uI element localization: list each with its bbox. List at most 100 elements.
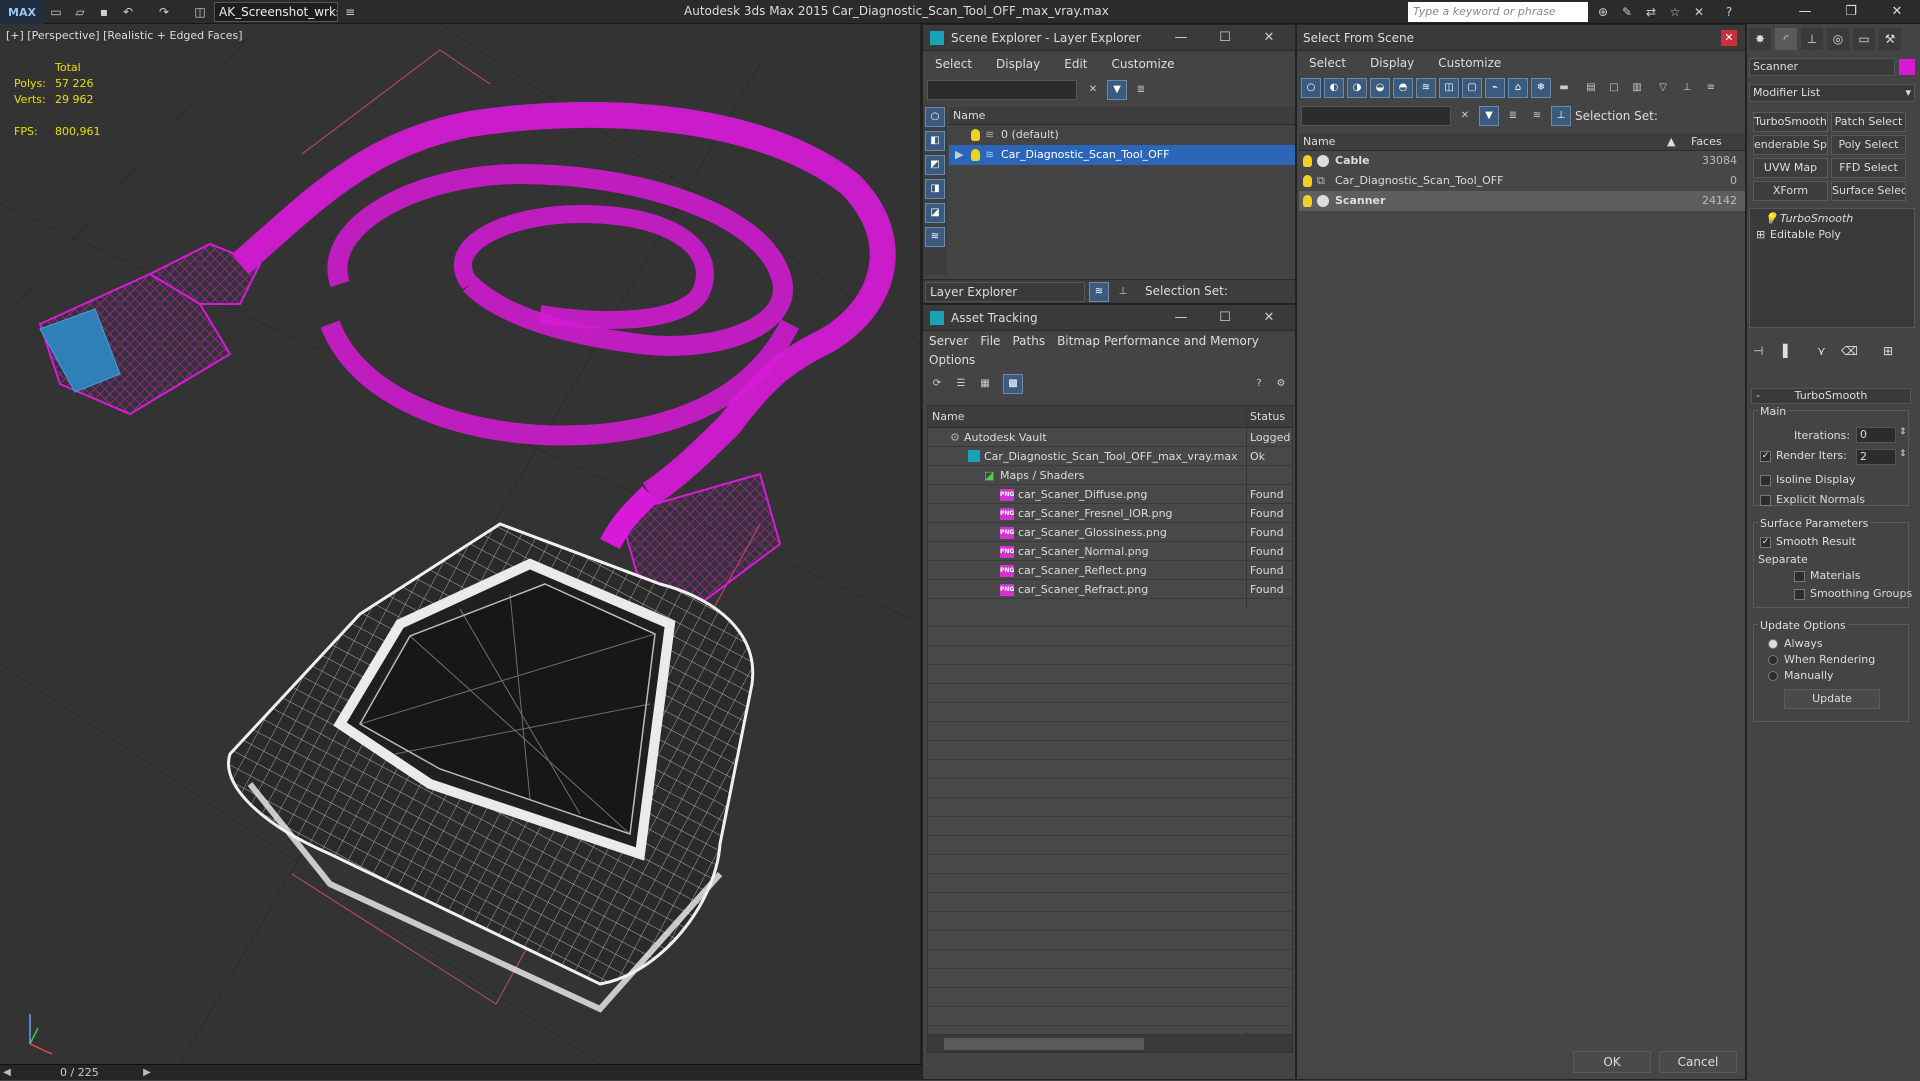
se-hierarchy-icon[interactable]: ⊥ [1113,282,1133,302]
workspace-menu-icon[interactable]: ≡ [342,4,358,20]
sfs-close-button[interactable]: ✕ [1721,30,1737,46]
object-name-field[interactable]: Scanner [1749,58,1895,76]
visibility-bulb-icon[interactable] [1303,175,1312,187]
modify-tab-icon[interactable]: ◜ [1775,28,1797,50]
sfs-object-row-selected[interactable]: Scanner 24142 [1299,191,1745,211]
sfs-object-row[interactable]: Cable 33084 [1299,151,1745,171]
asset-row[interactable]: PNG car_Scaner_Fresnel_IOR.png Found [928,504,1292,523]
se-layer-row-car-diagnostic[interactable]: ▶ ≋ Car_Diagnostic_Scan_Tool_OFF [949,145,1295,165]
sfs-filter-spacewarps-icon[interactable]: ≋ [1416,78,1436,98]
scene-explorer-minimize[interactable]: — [1159,25,1203,51]
exchange-icon[interactable]: ⇄ [1642,3,1660,21]
asset-row[interactable]: ◪ Maps / Shaders [928,466,1292,485]
se-layer-row-default[interactable]: ≋ 0 (default) [949,125,1295,145]
sfs-ok-button[interactable]: OK [1573,1051,1651,1073]
sort-up-icon[interactable]: ▲ [1667,135,1675,148]
materials-checkbox[interactable] [1794,571,1805,582]
sfs-filter-groups-icon[interactable]: ◫ [1439,78,1459,98]
asset-tracking-minimize[interactable]: — [1159,305,1203,331]
sfs-filter-bones-icon[interactable]: ⌁ [1485,78,1505,98]
binoculars-icon[interactable]: ⊕ [1594,3,1612,21]
turbosmooth-rollout-header[interactable]: - TurboSmooth [1751,388,1911,404]
rollout-collapse-icon[interactable]: - [1756,389,1760,403]
next-frame-icon[interactable]: ▶ [140,1065,154,1081]
at-thumb-icon[interactable]: ▦ [975,374,995,394]
se-menu-display[interactable]: Display [996,57,1040,71]
when-rendering-radio[interactable] [1768,655,1778,665]
se-display-objects-icon[interactable]: ○ [925,107,945,127]
se-clear-filter-icon[interactable]: ✕ [1083,80,1103,100]
mod-btn-patch-select[interactable]: Patch Select [1831,112,1906,132]
at-column-header[interactable]: Name Status [928,406,1292,1054]
app-logo[interactable]: MAX [0,0,44,24]
at-refresh-icon[interactable]: ⟳ [927,374,947,394]
remove-modifier-icon[interactable]: ⌫ [1841,344,1858,358]
asset-row[interactable]: PNG car_Scaner_Normal.png Found [928,542,1292,561]
utilities-tab-icon[interactable]: ⚒ [1879,28,1901,50]
search-input[interactable]: Type a keyword or phrase [1408,2,1588,22]
at-menu-options[interactable]: Options [929,353,975,367]
at-list-icon[interactable]: ☰ [951,374,971,394]
sfs-filter-helpers-icon[interactable]: ◓ [1393,78,1413,98]
sfs-filter-geometry-icon[interactable]: ○ [1301,78,1321,98]
always-radio[interactable] [1768,639,1778,649]
at-scroll-thumb[interactable] [944,1038,1144,1050]
sfs-menu-display[interactable]: Display [1370,56,1414,70]
show-end-result-icon[interactable]: ▌ [1783,344,1792,358]
viewport-label[interactable]: [+] [Perspective] [Realistic + Edged Fac… [6,29,243,42]
hierarchy-tab-icon[interactable]: ⊥ [1801,28,1823,50]
asset-row[interactable]: PNG car_Scaner_Refract.png Found [928,580,1292,599]
mod-btn-uvw-map[interactable]: UVW Map [1753,158,1828,178]
render-iters-checkbox[interactable]: ✓ [1760,451,1771,462]
asset-row[interactable]: PNG car_Scaner_Glossiness.png Found [928,523,1292,542]
undo-icon[interactable]: ↶ [120,4,136,20]
maximize-button[interactable]: ❐ [1828,0,1874,24]
se-menu-edit[interactable]: Edit [1064,57,1087,71]
mod-btn-xform[interactable]: XForm [1753,181,1828,201]
visibility-bulb-icon[interactable] [971,149,980,161]
smoothing-groups-checkbox[interactable] [1794,589,1805,600]
manually-radio[interactable] [1768,671,1778,681]
time-slider[interactable]: ◀ 0 / 225 ▶ [0,1064,922,1080]
mod-btn-turbosmooth[interactable]: TurboSmooth [1753,112,1828,132]
expand-plus-icon[interactable]: ⊞ [1756,227,1765,243]
sfs-menu-customize[interactable]: Customize [1438,56,1501,70]
update-button[interactable]: Update [1784,689,1880,709]
sfs-collapse-icon[interactable]: ≡ [1701,78,1721,98]
save-file-icon[interactable]: ▪ [96,4,112,20]
sfs-object-row[interactable]: ⧉ Car_Diagnostic_Scan_Tool_OFF 0 [1299,171,1745,191]
pin-stack-icon[interactable]: ⊣ [1753,344,1763,358]
sfs-filter-lights-icon[interactable]: ◑ [1347,78,1367,98]
render-iters-spinner[interactable]: 2 [1856,449,1896,465]
perspective-viewport[interactable]: [+] [Perspective] [Realistic + Edged Fac… [0,24,922,1064]
se-display-lights-icon[interactable]: ◨ [925,179,945,199]
open-file-icon[interactable]: ▱ [72,4,88,20]
sfs-filter-cameras-icon[interactable]: ◒ [1370,78,1390,98]
at-menu-server[interactable]: Server [929,334,968,348]
sfs-filter-funnel-icon[interactable]: ▽ [1653,78,1673,98]
at-grid-icon[interactable]: ▩ [1003,374,1023,394]
iterations-spinner[interactable]: 0 [1856,427,1896,443]
configure-sets-icon[interactable]: ⊞ [1883,344,1893,358]
asset-row[interactable]: Car_Diagnostic_Scan_Tool_OFF_max_vray.ma… [928,447,1292,466]
asset-tracking-maximize[interactable]: ☐ [1203,305,1247,331]
scene-explorer-close[interactable]: ✕ [1247,25,1291,51]
visibility-bulb-icon[interactable] [1303,195,1312,207]
at-menu-paths[interactable]: Paths [1012,334,1045,348]
close-button[interactable]: ✕ [1874,0,1920,24]
isoline-checkbox[interactable] [1760,475,1771,486]
se-display-shapes-icon[interactable]: ◩ [925,155,945,175]
sfs-layer-stack-icon[interactable]: ≋ [1527,106,1547,126]
sfs-layers-icon[interactable]: ≣ [1503,106,1523,126]
sfs-select-none-icon[interactable]: □ [1604,78,1624,98]
sfs-column-header[interactable]: Name ▲ Faces [1299,133,1745,151]
sfs-filter-containers-icon[interactable]: ⌂ [1508,78,1528,98]
sfs-search-input[interactable] [1301,106,1451,126]
make-unique-icon[interactable]: ⋎ [1817,344,1826,358]
prev-frame-icon[interactable]: ◀ [0,1065,14,1081]
se-explorer-dropdown[interactable]: Layer Explorer [925,282,1085,302]
asset-tracking-close[interactable]: ✕ [1247,305,1291,331]
se-display-geometry-icon[interactable]: ◧ [925,131,945,151]
scene-explorer-maximize[interactable]: ☐ [1203,25,1247,51]
smooth-result-checkbox[interactable]: ✓ [1760,537,1771,548]
